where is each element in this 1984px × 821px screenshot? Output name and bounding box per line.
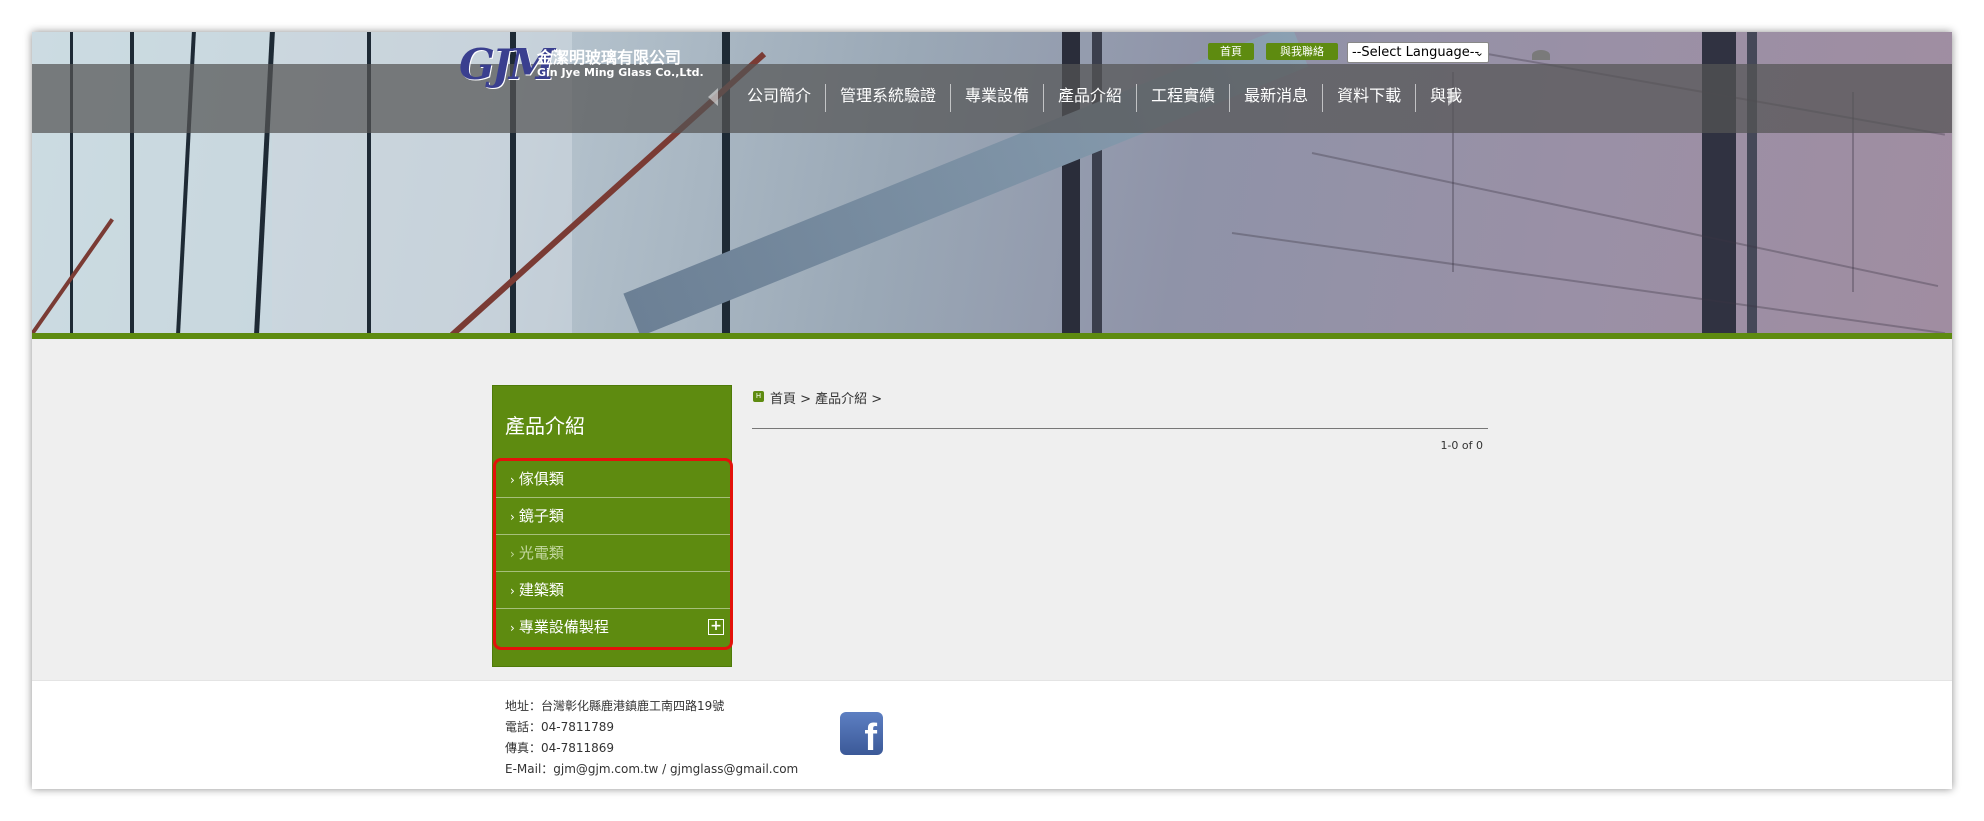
sidebar-item-label: 光電類 — [518, 544, 564, 562]
contact-button[interactable]: 與我聯絡 — [1266, 43, 1338, 60]
home-icon: H — [753, 391, 764, 402]
chevron-down-icon: ⌄ — [1474, 46, 1484, 59]
main-nav: 公司簡介 管理系統驗證 專業設備 產品介紹 工程實績 最新消息 資料下載 與我 — [733, 84, 1473, 112]
nav-item-certification[interactable]: 管理系統驗證 — [826, 84, 952, 112]
language-select[interactable]: --Select Language-- ⌄ — [1347, 42, 1489, 63]
ceiling-lamp-icon — [1532, 50, 1550, 60]
chevron-right-icon: › — [510, 547, 515, 561]
sidebar-category-list: › 傢俱類 › 鏡子類 › 光電類 › 建築類 › 專業設備製程 + — [493, 458, 733, 650]
logo-company-name: 金潔明玻璃有限公司 — [537, 48, 682, 67]
breadcrumb[interactable]: 首頁 > 產品介紹 > — [770, 388, 882, 407]
facebook-icon[interactable]: f — [840, 712, 883, 755]
chevron-right-icon: › — [510, 584, 515, 598]
chevron-right-icon: › — [510, 621, 515, 635]
sidebar-item-optoelectronics[interactable]: › 光電類 — [496, 535, 730, 572]
nav-scroll-right-icon[interactable] — [1448, 88, 1458, 106]
sidebar-item-label: 鏡子類 — [518, 507, 564, 525]
content-divider — [752, 428, 1488, 429]
expand-plus-icon[interactable]: + — [708, 619, 724, 635]
home-button[interactable]: 首頁 — [1208, 43, 1254, 60]
sidebar-item-furniture[interactable]: › 傢俱類 — [496, 461, 730, 498]
nav-item-contact[interactable]: 與我 — [1416, 84, 1473, 112]
footer-phone: 電話：04-7811789 — [505, 720, 615, 734]
nav-item-company[interactable]: 公司簡介 — [733, 84, 827, 112]
nav-item-projects[interactable]: 工程實績 — [1137, 84, 1231, 112]
site-logo[interactable]: GJM 金潔明玻璃有限公司 Gin Jye Ming Glass Co.,Ltd… — [459, 40, 719, 90]
sidebar-item-equipment-process[interactable]: › 專業設備製程 + — [496, 609, 730, 646]
chevron-right-icon: › — [510, 473, 515, 487]
sidebar-title: 產品介紹 — [505, 414, 585, 438]
nav-scroll-left-icon[interactable] — [708, 88, 718, 106]
footer-email[interactable]: E-Mail：gjm@gjm.com.tw / gjmglass@gmail.c… — [505, 759, 798, 780]
page-frame — [32, 32, 1952, 789]
sidebar-item-architecture[interactable]: › 建築類 — [496, 572, 730, 609]
sidebar-item-label: 專業設備製程 — [518, 618, 609, 636]
sidebar-item-label: 建築類 — [518, 581, 564, 599]
footer — [32, 680, 1952, 789]
footer-address: 地址：台灣彰化縣鹿港鎮鹿工南四路19號 — [505, 699, 725, 713]
nav-item-equipment[interactable]: 專業設備 — [951, 84, 1045, 112]
pagination-count: 1-0 of 0 — [1440, 439, 1483, 452]
nav-item-downloads[interactable]: 資料下載 — [1323, 84, 1417, 112]
footer-fax: 傳真：04-7811869 — [505, 741, 615, 755]
nav-item-products[interactable]: 產品介紹 — [1044, 84, 1138, 112]
sidebar-item-mirrors[interactable]: › 鏡子類 — [496, 498, 730, 535]
chevron-right-icon: › — [510, 510, 515, 524]
sidebar: 產品介紹 › 傢俱類 › 鏡子類 › 光電類 › 建築類 › 專業設備製程 + — [492, 385, 733, 667]
sidebar-item-label: 傢俱類 — [518, 470, 564, 488]
nav-item-news[interactable]: 最新消息 — [1230, 84, 1324, 112]
language-select-value: --Select Language-- — [1352, 45, 1480, 60]
logo-company-name-en: Gin Jye Ming Glass Co.,Ltd. — [537, 66, 704, 79]
footer-contact-info: 地址：台灣彰化縣鹿港鎮鹿工南四路19號 電話：04-7811789 傳真：04-… — [505, 696, 798, 780]
header-divider — [32, 333, 1952, 339]
